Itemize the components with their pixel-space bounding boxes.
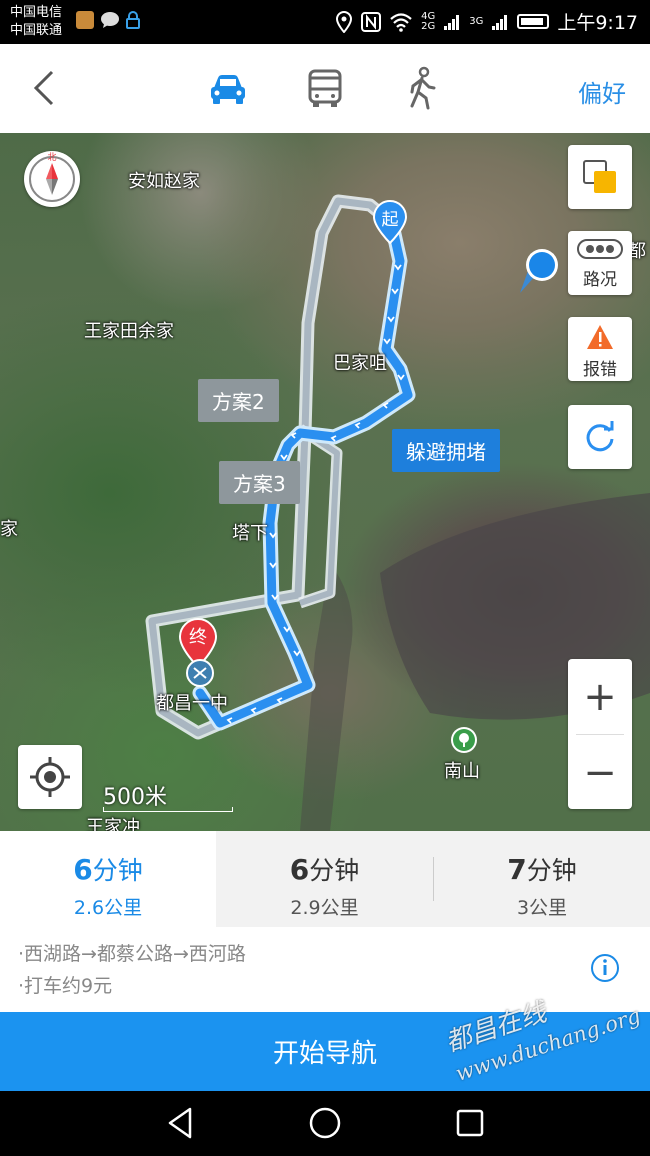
tab-bus[interactable] bbox=[303, 66, 347, 110]
tab-drive[interactable] bbox=[206, 66, 250, 110]
home-nav-button[interactable] bbox=[307, 1105, 343, 1141]
zoom-controls: + − bbox=[568, 659, 632, 809]
network-type-1: 4G 2G bbox=[421, 10, 436, 32]
park-icon[interactable] bbox=[451, 727, 477, 753]
layers-button[interactable] bbox=[568, 145, 632, 209]
circle-home-icon bbox=[309, 1107, 341, 1139]
zoom-in-button[interactable]: + bbox=[568, 659, 632, 734]
system-nav-bar bbox=[0, 1091, 650, 1156]
route-distance: 2.9公里 bbox=[290, 897, 359, 919]
warning-icon bbox=[587, 325, 613, 349]
map-scale-bar bbox=[103, 807, 233, 812]
route-option-2[interactable]: 6分钟 2.9公里 bbox=[216, 831, 433, 927]
map-overlay bbox=[145, 194, 650, 831]
nfc-icon bbox=[361, 11, 382, 32]
route-option-3-callout[interactable]: 方案3 bbox=[219, 461, 300, 504]
end-marker-label: 终 bbox=[189, 627, 207, 648]
top-nav: 偏好 bbox=[0, 44, 650, 134]
route-time: 7分钟 bbox=[507, 853, 577, 886]
carrier-info: 中国电信 中国联通 bbox=[10, 4, 62, 40]
taxi-fare-text: ·打车约9元 bbox=[18, 975, 113, 997]
layers-icon bbox=[583, 160, 616, 193]
battery-icon bbox=[517, 14, 550, 29]
triangle-back-icon bbox=[168, 1107, 192, 1139]
map-view[interactable]: 安如赵家 王家田余家 巴家咀 塔下 家 都昌一中 南山 王家冲 都 方案2 方案… bbox=[0, 133, 650, 831]
location-icon bbox=[336, 10, 353, 33]
report-error-button[interactable]: 报错 bbox=[568, 317, 632, 381]
school-icon[interactable] bbox=[186, 659, 214, 687]
place-label: 王家田余家 bbox=[84, 321, 174, 342]
zoom-out-button[interactable]: − bbox=[568, 735, 632, 810]
back-nav-button[interactable] bbox=[162, 1105, 198, 1141]
place-label: 安如赵家 bbox=[128, 171, 200, 192]
route-path-text: ·西湖路→都蔡公路→西河路 bbox=[18, 943, 246, 965]
compass-north-label: 北 bbox=[47, 153, 57, 163]
back-button[interactable] bbox=[30, 68, 60, 108]
square-recents-icon bbox=[456, 1109, 484, 1137]
start-marker[interactable]: 起 bbox=[372, 199, 408, 245]
refresh-button[interactable] bbox=[568, 405, 632, 469]
signal-2-icon bbox=[492, 14, 508, 30]
lock-notification-icon bbox=[124, 11, 142, 29]
notification-icons bbox=[76, 11, 142, 29]
route-option-2-callout[interactable]: 方案2 bbox=[198, 379, 279, 422]
network-type-2: 3G bbox=[469, 15, 484, 27]
place-label: 巴家咀 bbox=[333, 353, 387, 374]
bus-icon bbox=[308, 69, 342, 107]
status-right: 4G 2G 3G 上午9:17 bbox=[335, 8, 638, 35]
my-location-marker bbox=[514, 245, 562, 297]
car-icon bbox=[211, 75, 245, 104]
route-option-1[interactable]: 6分钟 2.6公里 bbox=[0, 831, 216, 927]
preferences-button[interactable]: 偏好 bbox=[578, 74, 626, 109]
route-option-3[interactable]: 7分钟 3公里 bbox=[434, 831, 650, 927]
refresh-icon bbox=[586, 421, 614, 452]
report-error-label: 报错 bbox=[583, 360, 617, 380]
route-distance: 3公里 bbox=[516, 897, 568, 919]
carrier-1: 中国电信 bbox=[10, 5, 63, 20]
tab-walk[interactable] bbox=[400, 66, 444, 110]
traffic-icon bbox=[577, 239, 623, 259]
carrier-2: 中国联通 bbox=[10, 23, 63, 38]
message-icon bbox=[100, 11, 119, 29]
notification-app-icon bbox=[76, 11, 94, 29]
place-label: 都昌一中 bbox=[156, 693, 228, 714]
locate-me-button[interactable] bbox=[18, 745, 82, 809]
route-distance: 2.6公里 bbox=[73, 897, 143, 919]
start-marker-label: 起 bbox=[381, 210, 399, 230]
avoid-congestion-callout[interactable]: 躲避拥堵 bbox=[392, 429, 500, 472]
crosshair-icon bbox=[30, 757, 70, 797]
chevron-left-icon bbox=[33, 70, 54, 106]
route-time: 6分钟 bbox=[289, 853, 360, 886]
wifi-icon bbox=[390, 12, 412, 32]
route-options: 6分钟 2.6公里 6分钟 2.9公里 7分钟 3公里 bbox=[0, 831, 650, 928]
location-arrow-icon bbox=[520, 249, 558, 293]
status-bar: 中国电信 中国联通 4G 2G 3G 上午9:17 bbox=[0, 0, 650, 44]
traffic-button[interactable]: 路况 bbox=[568, 231, 632, 295]
route-time: 6分钟 bbox=[73, 853, 143, 886]
place-label: 王家冲 bbox=[86, 817, 140, 831]
signal-1-icon bbox=[444, 14, 460, 30]
recents-nav-button[interactable] bbox=[452, 1105, 488, 1141]
traffic-label: 路况 bbox=[583, 270, 617, 290]
clock: 上午9:17 bbox=[557, 12, 638, 34]
place-label: 塔下 bbox=[232, 523, 268, 544]
place-label: 南山 bbox=[444, 761, 480, 782]
place-label: 家 bbox=[0, 519, 18, 540]
walk-icon bbox=[410, 66, 436, 110]
compass-button[interactable]: 北 bbox=[24, 151, 80, 207]
